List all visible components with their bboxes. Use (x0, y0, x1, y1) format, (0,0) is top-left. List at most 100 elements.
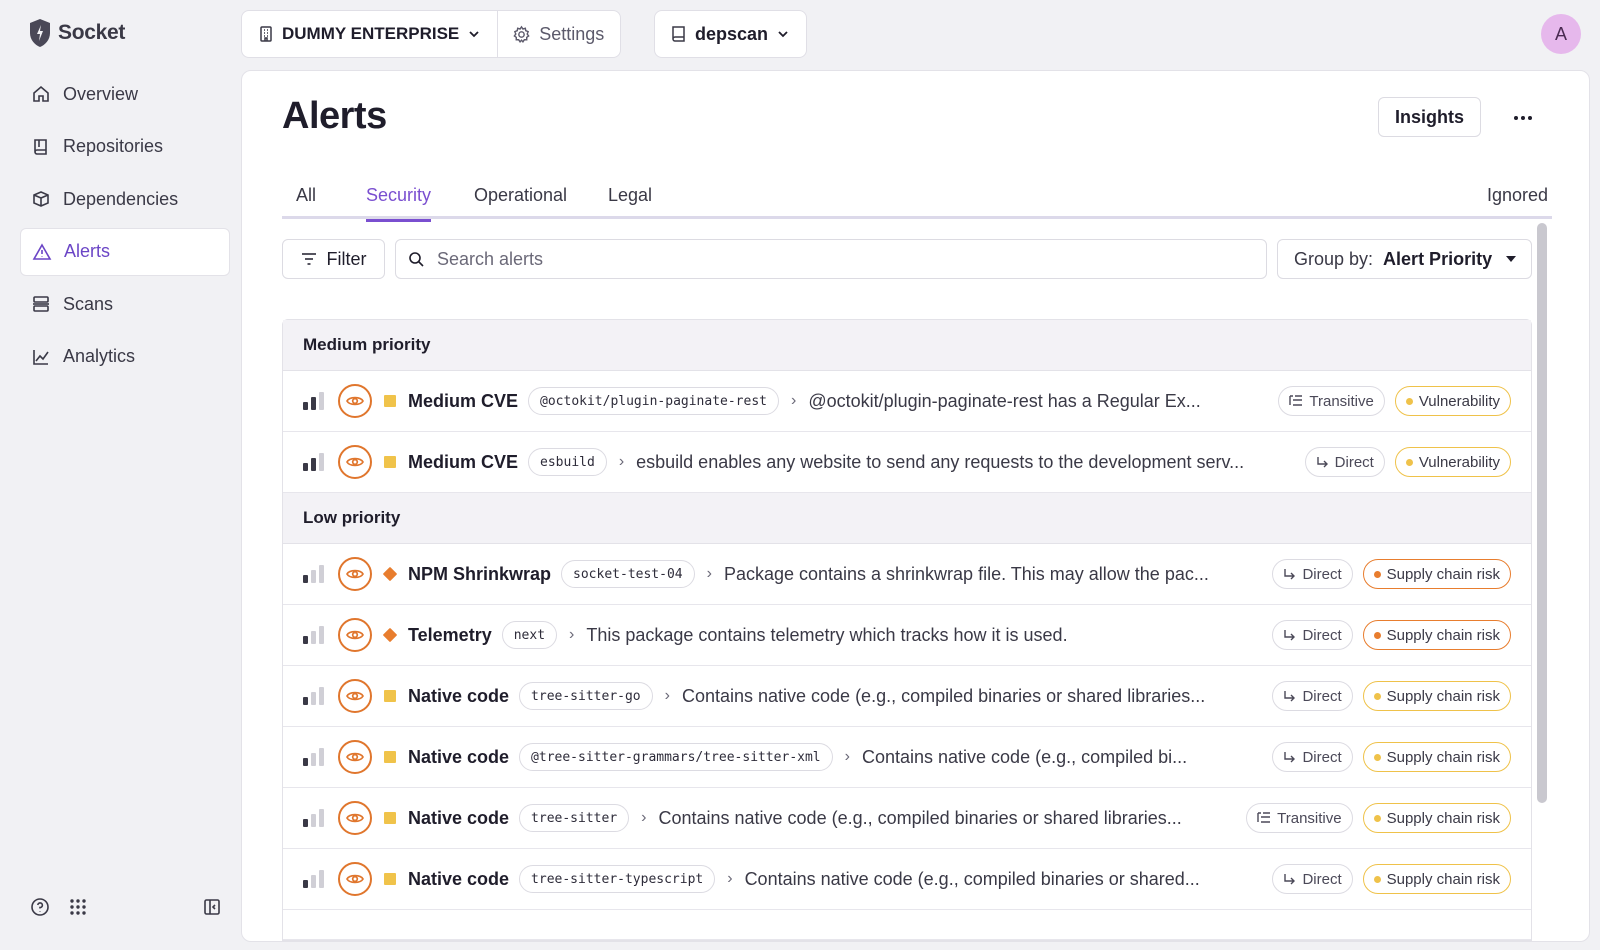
tab-ignored[interactable]: Ignored (1487, 171, 1548, 219)
sidebar-item-label: Analytics (63, 346, 136, 366)
package-chip[interactable]: next (501, 621, 558, 649)
help-button[interactable] (28, 895, 52, 919)
repo-selector[interactable]: depscan (655, 11, 806, 57)
logo[interactable]: Socket (28, 18, 125, 48)
watch-eye-icon[interactable] (338, 801, 372, 835)
more-options-button[interactable] (1506, 101, 1540, 135)
severity-square-icon (384, 812, 396, 824)
watch-eye-icon[interactable] (338, 557, 372, 591)
filter-icon (301, 253, 316, 265)
sidebar-item-label: Overview (63, 83, 139, 104)
bar (311, 814, 316, 827)
bar (311, 753, 316, 766)
alert-description: Contains native code (e.g., compiled bin… (658, 807, 1182, 828)
settings-button[interactable]: Settings (498, 11, 620, 57)
chevron-down-icon (469, 31, 479, 38)
dot-icon (1373, 570, 1381, 578)
tab-security[interactable]: Security (366, 171, 432, 222)
sidebar-item-dependencies[interactable]: Dependencies (20, 175, 230, 223)
dot-icon (1373, 692, 1381, 700)
alert-row[interactable]: Telemetry next › This package contains tele… (283, 605, 1531, 666)
chevron-right-icon: › (791, 392, 797, 409)
insights-button[interactable]: Insights (1378, 97, 1482, 137)
alert-description: Contains native code (e.g., compiled bi.… (861, 746, 1188, 767)
alert-description: @octokit/plugin-paginate-rest has a Regu… (808, 390, 1201, 411)
priority-bars-icon (303, 870, 324, 888)
alert-row[interactable]: Native code tree-sitter-typescript › Contai… (283, 849, 1531, 910)
package-chip[interactable]: @tree-sitter-grammars/tree-sitter-xml (519, 743, 833, 771)
page-title: Alerts (282, 95, 387, 137)
filter-button[interactable]: Filter (282, 239, 385, 279)
alert-tags: Direct Supply chain risk (1272, 559, 1511, 589)
package-chip[interactable]: @octokit/plugin-paginate-rest (528, 387, 779, 415)
dot-icon (1373, 631, 1381, 639)
package-chip[interactable]: tree-sitter-typescript (519, 865, 716, 893)
dependency-tag: Direct (1272, 559, 1353, 589)
dot-icon (1405, 397, 1413, 405)
org-selector[interactable]: DUMMY ENTERPRISE (242, 11, 499, 57)
socket-logo-icon (30, 19, 50, 47)
collapse-sidebar-button[interactable] (200, 895, 224, 919)
main-panel: Alerts Insights All Security Operational… (241, 70, 1590, 942)
package-chip[interactable]: tree-sitter-go (519, 682, 653, 710)
transitive-tree-icon (1257, 812, 1271, 824)
package-chip[interactable]: esbuild (528, 448, 607, 476)
filter-label: Filter (326, 248, 367, 269)
watch-eye-icon[interactable] (338, 618, 372, 652)
tab-legal[interactable]: Legal (608, 171, 652, 219)
dependency-tag: Direct (1272, 620, 1353, 650)
direct-arrow-icon (1283, 690, 1296, 703)
priority-bars-icon (303, 809, 324, 827)
alert-title: Native code (408, 685, 510, 706)
package-chip[interactable]: tree-sitter (519, 804, 630, 832)
watch-eye-icon[interactable] (338, 679, 372, 713)
dependency-tag: Direct (1272, 742, 1353, 772)
severity-square-icon (384, 873, 396, 885)
alert-row[interactable]: Medium CVE @octokit/plugin-paginate-rest ›… (283, 371, 1531, 432)
tab-operational[interactable]: Operational (474, 171, 567, 219)
alert-tags: Direct Supply chain risk (1272, 742, 1511, 772)
apps-button[interactable] (66, 895, 90, 919)
alert-tags: Direct Supply chain risk (1272, 864, 1511, 894)
bar (303, 402, 308, 410)
alert-tags: Transitive Vulnerability (1278, 386, 1511, 416)
bar (319, 809, 324, 827)
watch-eye-icon[interactable] (338, 862, 372, 896)
alert-row[interactable] (283, 910, 1531, 940)
alert-type-label: Supply chain risk (1386, 565, 1500, 583)
package-chip[interactable]: socket-test-04 (561, 560, 695, 588)
priority-bars-icon (303, 687, 324, 705)
chart-icon (33, 349, 49, 365)
sidebar-item-alerts[interactable]: Alerts (20, 227, 230, 276)
alert-row[interactable]: Native code tree-sitter › Contains native c… (283, 788, 1531, 849)
watch-eye-icon[interactable] (338, 445, 372, 479)
sidebar-item-overview[interactable]: Overview (20, 70, 230, 118)
group-header: Medium priority (283, 320, 1531, 371)
search-input[interactable] (437, 248, 1237, 270)
alert-row[interactable]: Native code @tree-sitter-grammars/tree-si… (283, 727, 1531, 788)
alert-type-tag: Supply chain risk (1362, 620, 1511, 650)
severity-diamond-icon (382, 627, 398, 643)
alert-row[interactable]: Medium CVE esbuild › esbuild enables any we… (283, 432, 1531, 493)
alert-row[interactable]: NPM Shrinkwrap socket-test-04 › Package con… (283, 544, 1531, 605)
bar (319, 626, 324, 644)
user-avatar[interactable]: A (1541, 14, 1581, 54)
scan-icon (33, 296, 49, 312)
sidebar-item-scans[interactable]: Scans (20, 280, 230, 328)
sidebar-item-analytics[interactable]: Analytics (20, 333, 230, 381)
alert-type-tag: Supply chain risk (1362, 559, 1511, 589)
watch-eye-icon[interactable] (338, 384, 372, 418)
bar (303, 880, 308, 888)
sidebar-item-repositories[interactable]: Repositories (20, 123, 230, 171)
alert-title: Telemetry (408, 624, 492, 645)
tab-all[interactable]: All (296, 171, 316, 219)
severity-diamond-icon (382, 566, 398, 582)
dependency-tag: Direct (1304, 447, 1385, 477)
alert-row[interactable]: Native code tree-sitter-go › Contains nativ… (283, 666, 1531, 727)
alert-tags: Direct Supply chain risk (1272, 681, 1511, 711)
watch-eye-icon[interactable] (338, 740, 372, 774)
group-by-select[interactable]: Group by: Alert Priority (1277, 239, 1532, 279)
dependency-tag: Transitive (1278, 386, 1385, 416)
bar (311, 397, 316, 410)
scrollbar-thumb[interactable] (1537, 223, 1547, 803)
